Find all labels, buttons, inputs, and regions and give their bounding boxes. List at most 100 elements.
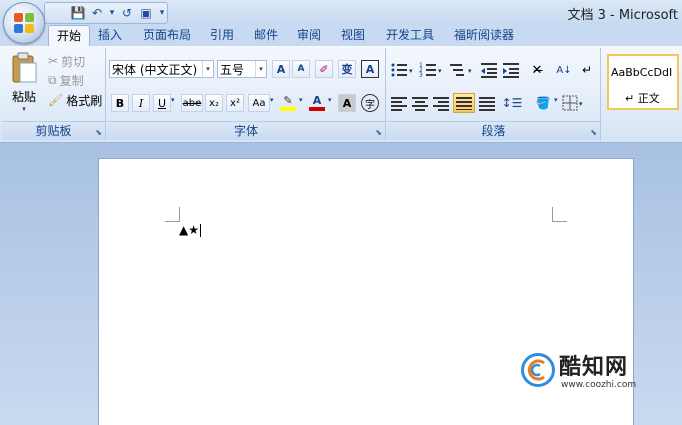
format-painter-label: 格式刷: [66, 93, 103, 108]
shading-dropdown-icon[interactable]: ▾: [554, 96, 558, 104]
change-case-button[interactable]: Aa: [248, 94, 270, 112]
align-center-button[interactable]: [411, 95, 429, 111]
font-launcher-icon[interactable]: ⬊: [375, 128, 382, 137]
tab-developer[interactable]: 开发工具: [380, 25, 440, 45]
clipboard-launcher-icon[interactable]: ⬊: [95, 128, 102, 137]
paragraph-group: ▾ 1 2 3 ▾ ▾ ✕̶ A↓ ↵ ↕☰ 🪣 ▾ ▾ 段落 ⬊: [387, 48, 601, 140]
tab-home[interactable]: 开始: [48, 25, 90, 46]
phonetic-guide-button[interactable]: 变: [338, 60, 356, 78]
strikethrough-button[interactable]: abe: [181, 94, 203, 112]
window-title: 文档 3 - Microsoft: [567, 8, 678, 23]
paragraph-launcher-icon[interactable]: ⬊: [590, 128, 597, 137]
numbering-button[interactable]: 1 2 3 ▾: [419, 61, 443, 79]
tab-review[interactable]: 审阅: [291, 25, 327, 45]
print-preview-icon[interactable]: ▣: [138, 5, 154, 21]
office-logo-icon: [14, 13, 34, 33]
office-button[interactable]: [3, 2, 45, 44]
shading-button[interactable]: 🪣: [532, 94, 554, 112]
text-highlight-button[interactable]: ✎: [278, 92, 298, 112]
ribbon-tabs: 开始 插入 页面布局 引用 邮件 审阅 视图 开发工具 福昕阅读器: [0, 25, 682, 46]
increase-indent-button[interactable]: [501, 61, 521, 79]
font-size-dropdown-icon[interactable]: ▾: [255, 61, 266, 77]
grow-font-button[interactable]: A: [272, 60, 290, 78]
chinese-layout-button[interactable]: ✕̶: [525, 60, 549, 80]
highlight-color-swatch: [280, 106, 296, 111]
tab-view[interactable]: 视图: [335, 25, 371, 45]
font-color-dropdown-icon[interactable]: ▾: [328, 96, 332, 104]
tab-page-layout[interactable]: 页面布局: [137, 25, 197, 45]
font-name-combo[interactable]: 宋体 (中文正文) ▾: [109, 60, 214, 78]
watermark-url: www.coozhi.com: [561, 380, 637, 390]
decrease-indent-button[interactable]: [479, 61, 499, 79]
document-text[interactable]: ▲★: [179, 223, 201, 237]
underline-dropdown-icon[interactable]: ▾: [171, 96, 175, 104]
watermark: 酷知网 www.coozhi.com: [515, 343, 665, 403]
copy-icon: ⧉: [48, 72, 57, 87]
ribbon: 粘贴 ▾ ✂ 剪切 ⧉ 复制 🖌 格式刷 剪贴板 ⬊ 宋体 (中文正文) ▾ 五号 ▾…: [0, 46, 682, 143]
paint-bucket-icon: 🪣: [535, 96, 551, 110]
character-border-button[interactable]: A: [361, 60, 379, 78]
bold-button[interactable]: B: [111, 94, 129, 112]
style-normal[interactable]: AaBbCcDdI ↵ 正文: [607, 54, 679, 110]
bullets-button[interactable]: ▾: [390, 61, 414, 79]
highlight-dropdown-icon[interactable]: ▾: [299, 96, 303, 104]
customize-qat-icon[interactable]: ▾: [157, 5, 167, 21]
clear-formatting-button[interactable]: ✐: [315, 60, 333, 78]
font-size-value: 五号: [220, 63, 245, 77]
cut-button[interactable]: ✂ 剪切: [48, 52, 85, 70]
copy-label: 复制: [59, 73, 84, 88]
font-size-combo[interactable]: 五号 ▾: [217, 60, 267, 78]
align-left-button[interactable]: [390, 95, 408, 111]
tab-mailings[interactable]: 邮件: [248, 25, 284, 45]
undo-dropdown-icon[interactable]: ▾: [108, 5, 116, 21]
italic-button[interactable]: I: [132, 94, 150, 112]
subscript-button[interactable]: x₂: [205, 94, 223, 112]
paste-button[interactable]: 粘贴 ▾: [6, 52, 42, 114]
font-group-label: 字体: [107, 121, 385, 140]
multilevel-list-button[interactable]: ▾: [449, 61, 475, 79]
redo-icon[interactable]: ↺: [119, 5, 135, 21]
format-painter-button[interactable]: 🖌 格式刷: [48, 91, 102, 109]
paste-dropdown-icon[interactable]: ▾: [22, 105, 26, 113]
line-spacing-button[interactable]: ↕☰: [500, 94, 524, 112]
superscript-button[interactable]: x²: [226, 94, 244, 112]
style-name: ↵ 正文: [625, 92, 660, 105]
character-shading-button[interactable]: A: [338, 94, 356, 112]
title-bar: 💾 ↶ ▾ ↺ ▣ ▾ 文档 3 - Microsoft: [0, 0, 682, 25]
underline-button[interactable]: U: [153, 94, 171, 112]
paragraph-mark-icon: ↵: [581, 63, 593, 77]
undo-icon[interactable]: ↶: [89, 5, 105, 21]
svg-text:▾: ▾: [579, 100, 583, 108]
svg-text:▾: ▾: [468, 67, 472, 75]
font-color-swatch: [309, 106, 325, 111]
tab-references[interactable]: 引用: [204, 25, 240, 45]
style-sample: AaBbCcDdI: [611, 66, 673, 79]
tab-insert[interactable]: 插入: [92, 25, 128, 45]
enclose-characters-button[interactable]: 字: [361, 94, 379, 112]
save-icon[interactable]: 💾: [70, 5, 86, 21]
tab-foxit-reader[interactable]: 福昕阅读器: [448, 25, 520, 45]
change-case-dropdown-icon[interactable]: ▾: [270, 96, 274, 104]
eraser-icon: ✐: [319, 62, 329, 76]
borders-button[interactable]: ▾: [562, 95, 586, 111]
paragraph-group-label: 段落: [387, 121, 600, 140]
justify-button[interactable]: [453, 93, 475, 113]
scissors-icon: ✂: [48, 54, 59, 68]
copy-button[interactable]: ⧉ 复制: [48, 71, 84, 89]
cut-label: 剪切: [61, 54, 86, 69]
sort-button[interactable]: A↓: [554, 60, 574, 80]
svg-text:▾: ▾: [409, 67, 413, 75]
show-hide-marks-button[interactable]: ↵: [578, 60, 596, 80]
margin-mark-top-right: [552, 207, 567, 222]
font-group: 宋体 (中文正文) ▾ 五号 ▾ A A ✐ 变 A B I U ▾ abe x…: [107, 48, 386, 140]
font-name-dropdown-icon[interactable]: ▾: [202, 61, 213, 77]
clipboard-group-label: 剪贴板: [2, 121, 105, 140]
watermark-title: 酷知网: [559, 355, 629, 380]
align-right-button[interactable]: [432, 95, 450, 111]
font-color-button[interactable]: A: [307, 92, 327, 112]
distributed-button[interactable]: [478, 95, 496, 111]
font-color-glyph: A: [312, 93, 322, 107]
shrink-font-button[interactable]: A: [292, 60, 310, 78]
font-name-value: 宋体 (中文正文): [112, 63, 198, 77]
paintbrush-icon: 🖌: [48, 93, 64, 107]
